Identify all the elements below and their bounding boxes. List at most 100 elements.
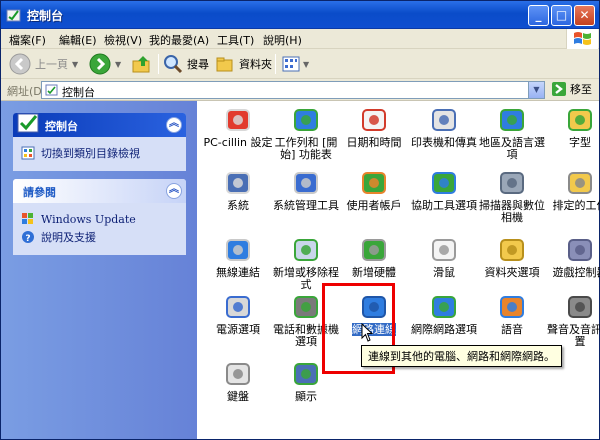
windows-update-label: Windows Update [41,212,136,226]
menu-edit[interactable]: 編輯(E) [59,32,97,48]
control-panel-items: PC-cillin 設定 工作列和 [開始] 功能表 日期和時間 印表機和傳真 … [197,101,600,439]
item-scanner[interactable]: 掃描器與數位相機 [477,167,547,233]
item-label-text: 遊戲控制器 [552,266,600,279]
content-area: 控制台 ︽ 切換到類別目錄檢視 請參閱 ︽ Windows Update ? 說… [1,101,600,439]
item-label-text: 電源選項 [216,323,260,336]
see-also-panel: 請參閱 ︽ Windows Update ? 說明及支援 [13,179,186,255]
windows-update-icon [22,213,33,224]
help-support-label: 說明及支援 [41,231,96,244]
keyboard-icon [226,363,250,385]
speech-icon [500,296,524,318]
address-dropdown-icon[interactable]: ▼ [528,82,544,98]
menu-tools[interactable]: 工具(T) [217,32,254,48]
gamepad-icon [568,239,592,261]
item-label-text: 新增硬體 [352,266,396,279]
item-scheduled-tasks[interactable]: 排定的工作 [545,167,600,233]
window: 控制台 _ □ ✕ 檔案(F) 編輯(E) 檢視(V) 我的最愛(A) 工具(T… [0,0,600,440]
item-globe[interactable]: 地區及語言選項 [477,104,547,170]
item-label: 地區及語言選項 [477,137,547,161]
item-label-text: 掃描器與數位相機 [479,199,545,224]
title-bar[interactable]: 控制台 _ □ ✕ [1,1,599,29]
item-power[interactable]: 電源選項 [203,291,273,357]
item-keyboard[interactable]: 鍵盤 [203,358,273,424]
window-title: 控制台 [27,9,64,23]
back-button[interactable]: 上一頁 ▼ [9,52,78,76]
item-label-text: 顯示 [295,390,317,403]
item-label: 網際網路選項 [409,324,479,336]
item-label-text: 系統 [227,199,249,212]
go-button[interactable]: 移至 [551,81,592,97]
menu-view[interactable]: 檢視(V) [104,32,142,48]
add-remove-icon [294,239,318,261]
windows-update-link[interactable]: Windows Update [21,211,178,227]
task-panel-header[interactable]: 控制台 ︽ [13,113,186,137]
menu-bar: 檔案(F) 編輯(E) 檢視(V) 我的最愛(A) 工具(T) 說明(H) [1,29,599,49]
address-input[interactable]: 控制台 ▼ [41,81,545,99]
item-printer[interactable]: 印表機和傳真 [409,104,479,170]
back-label: 上一頁 [35,58,68,71]
item-label-text: 印表機和傳真 [411,136,477,149]
toolbar: 上一頁 ▼ ▼ 搜尋 資料夾 ▼ [1,49,599,79]
item-label-text: 滑鼠 [433,266,455,279]
item-admin-tools[interactable]: 系統管理工具 [271,167,341,233]
item-label: 掃描器與數位相機 [477,200,547,224]
item-label-text: 排定的工作 [552,199,600,212]
minimize-button[interactable]: _ [528,5,549,26]
switch-category-view-label: 切換到類別目錄檢視 [41,147,140,160]
category-view-icon [21,146,35,160]
item-datetime[interactable]: 日期和時間 [339,104,409,170]
item-label: 協助工具選項 [409,200,479,212]
search-button[interactable]: 搜尋 [163,52,209,76]
item-label-text: 工作列和 [開始] 功能表 [274,136,338,161]
maximize-button[interactable]: □ [551,5,572,26]
address-bar: 網址(D) 控制台 ▼ 移至 [1,79,599,101]
printer-icon [432,109,456,131]
item-label: 無線連結 [203,267,273,279]
item-taskbar[interactable]: 工作列和 [開始] 功能表 [271,104,341,170]
folders-button[interactable]: 資料夾 [215,52,272,76]
views-dropdown-icon[interactable]: ▼ [303,60,309,69]
menu-favorites[interactable]: 我的最愛(A) [149,32,209,48]
control-panel-large-icon [17,113,39,133]
item-label: 顯示 [271,391,341,403]
item-label-text: 網際網路選項 [411,323,477,336]
collapse-chevron-icon[interactable]: ︽ [166,117,182,133]
globe-icon [500,109,524,131]
mouse-icon [432,239,456,261]
item-label-text: 使用者帳戶 [346,199,402,212]
admin-tools-icon [294,172,318,194]
item-pccillin[interactable]: PC-cillin 設定 [203,104,273,170]
control-panel-small-icon [45,84,58,96]
item-label: 遊戲控制器 [545,267,600,279]
item-fonts-folder[interactable]: 字型 [545,104,600,170]
item-accessibility[interactable]: 協助工具選項 [409,167,479,233]
menu-file[interactable]: 檔案(F) [9,32,46,48]
help-support-link[interactable]: ? 說明及支援 [21,229,178,245]
forward-button[interactable]: ▼ [89,52,121,76]
svg-text:?: ? [25,234,30,244]
close-button[interactable]: ✕ [574,5,595,26]
back-dropdown-icon[interactable]: ▼ [72,60,78,69]
folders-label: 資料夾 [239,58,272,71]
menu-help[interactable]: 說明(H) [263,32,302,48]
fonts-folder-icon [568,109,592,131]
forward-dropdown-icon[interactable]: ▼ [115,60,121,69]
switch-category-view-link[interactable]: 切換到類別目錄檢視 [21,145,178,161]
item-users[interactable]: 使用者帳戶 [339,167,409,233]
item-label-text: 無線連結 [216,266,260,279]
item-system[interactable]: 系統 [203,167,273,233]
item-label-text: 字型 [569,136,591,149]
windows-logo [566,29,598,49]
scanner-icon [500,172,524,194]
views-button[interactable]: ▼ [281,52,309,76]
internet-options-icon [432,296,456,318]
collapse-chevron-icon[interactable]: ︽ [166,183,182,199]
item-label: PC-cillin 設定 [203,137,273,149]
system-icon [226,172,250,194]
toolbar-separator [158,54,159,74]
item-label-text: 鍵盤 [227,390,249,403]
see-also-header[interactable]: 請參閱 ︽ [13,179,186,203]
up-folder-button[interactable] [131,52,153,76]
phone-modem-icon [294,296,318,318]
control-panel-icon [6,9,21,22]
